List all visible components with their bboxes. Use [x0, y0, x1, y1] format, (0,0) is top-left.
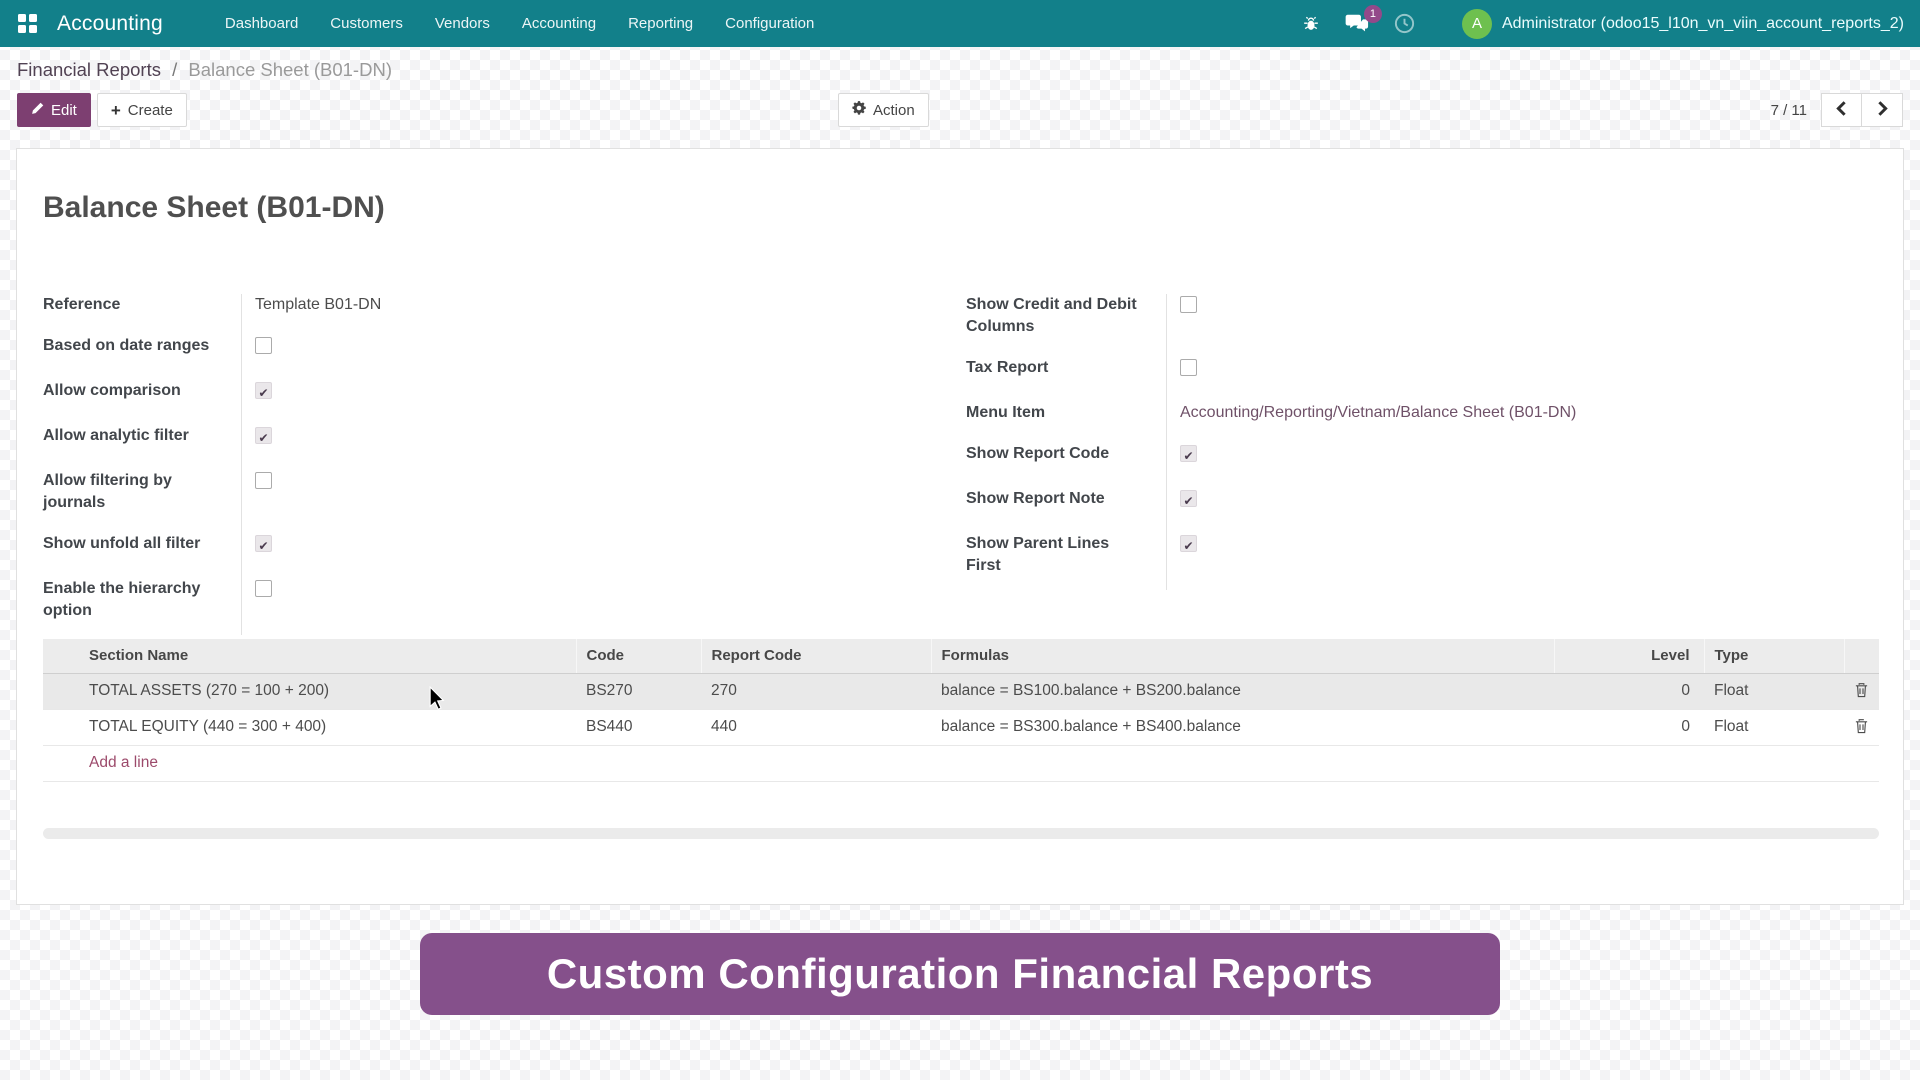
column-header-formulas[interactable]: Formulas — [931, 639, 1554, 673]
user-name: Administrator (odoo15_l10n_vn_viin_accou… — [1502, 15, 1904, 33]
field-reference: Reference Template B01-DN — [43, 294, 923, 316]
table-row[interactable]: TOTAL EQUITY (440 = 300 + 400) BS440 440… — [43, 709, 1879, 745]
messages-icon[interactable]: 1 — [1345, 13, 1369, 34]
field-show-parent-lines-first: Show Parent Lines First — [966, 533, 1686, 577]
plus-icon: + — [111, 102, 121, 119]
pager-count: 7 / 11 — [1771, 102, 1807, 119]
cell-code[interactable]: BS270 — [576, 673, 701, 709]
field-group-right: Show Credit and Debit Columns Tax Report… — [966, 294, 1686, 596]
debug-bug-icon[interactable] — [1301, 14, 1321, 34]
main-menu-bar: Dashboard Customers Vendors Accounting R… — [209, 0, 830, 47]
button-row: Edit + Create Action 7 / 11 — [0, 93, 1920, 127]
allow-analytic-filter-checkbox[interactable] — [255, 427, 272, 444]
user-menu[interactable]: A Administrator (odoo15_l10n_vn_viin_acc… — [1462, 9, 1904, 39]
list-header-row: Section Name Code Report Code Formulas L… — [43, 639, 1879, 673]
field-menu-item: Menu Item Accounting/Reporting/Vietnam/B… — [966, 402, 1686, 424]
column-header-report-code[interactable]: Report Code — [701, 639, 931, 673]
cell-level[interactable]: 0 — [1554, 673, 1704, 709]
trash-icon — [1854, 722, 1869, 737]
breadcrumb-current: Balance Sheet (B01-DN) — [188, 59, 392, 80]
app-name[interactable]: Accounting — [51, 12, 169, 36]
show-credit-debit-columns-checkbox[interactable] — [1180, 296, 1197, 313]
allow-comparison-checkbox[interactable] — [255, 382, 272, 399]
field-show-report-note: Show Report Note — [966, 488, 1686, 514]
section-lines-list: Section Name Code Report Code Formulas L… — [43, 639, 1879, 839]
form-sheet: Balance Sheet (B01-DN) Reference Templat… — [16, 148, 1904, 905]
cell-type[interactable]: Float — [1704, 673, 1844, 709]
systray: 1 A Administrator (odoo15_l10n_vn_viin_a… — [1301, 9, 1920, 39]
allow-filtering-by-journals-checkbox[interactable] — [255, 472, 272, 489]
apps-grid-icon — [18, 14, 37, 33]
cell-section-name[interactable]: TOTAL ASSETS (270 = 100 + 200) — [43, 673, 576, 709]
apps-menu-button[interactable] — [0, 0, 51, 47]
top-navbar: Accounting Dashboard Customers Vendors A… — [0, 0, 1920, 47]
table-row[interactable]: TOTAL ASSETS (270 = 100 + 200) BS270 270… — [43, 673, 1879, 709]
column-header-level[interactable]: Level — [1554, 639, 1704, 673]
horizontal-scrollbar[interactable] — [43, 828, 1879, 839]
delete-row-button[interactable] — [1850, 680, 1873, 703]
field-enable-hierarchy-option: Enable the hierarchy option — [43, 578, 923, 622]
column-header-actions — [1844, 639, 1879, 673]
column-header-code[interactable]: Code — [576, 639, 701, 673]
page-title: Balance Sheet (B01-DN) — [43, 191, 385, 225]
show-report-code-checkbox[interactable] — [1180, 445, 1197, 462]
field-group-left: Reference Template B01-DN Based on date … — [43, 294, 923, 641]
menu-item-link[interactable]: Accounting/Reporting/Vietnam/Balance She… — [1158, 402, 1576, 424]
pencil-icon — [31, 102, 44, 119]
menu-configuration[interactable]: Configuration — [709, 0, 830, 47]
reference-value: Template B01-DN — [233, 294, 381, 316]
delete-row-button[interactable] — [1850, 716, 1873, 739]
pager-previous-button[interactable] — [1821, 93, 1862, 127]
cell-type[interactable]: Float — [1704, 709, 1844, 745]
pager: 7 / 11 — [1771, 93, 1903, 127]
field-show-unfold-all-filter: Show unfold all filter — [43, 533, 923, 559]
column-header-section-name[interactable]: Section Name — [43, 639, 576, 673]
based-on-date-ranges-checkbox[interactable] — [255, 337, 272, 354]
cell-report-code[interactable]: 440 — [701, 709, 931, 745]
menu-accounting[interactable]: Accounting — [506, 0, 612, 47]
field-allow-filtering-by-journals: Allow filtering by journals — [43, 470, 923, 514]
control-panel: Financial Reports / Balance Sheet (B01-D… — [0, 47, 1920, 147]
menu-dashboard[interactable]: Dashboard — [209, 0, 314, 47]
cell-formulas[interactable]: balance = BS300.balance + BS400.balance — [931, 709, 1554, 745]
add-a-line-link[interactable]: Add a line — [43, 745, 1879, 781]
menu-vendors[interactable]: Vendors — [419, 0, 506, 47]
messages-count-badge: 1 — [1364, 5, 1382, 23]
action-button[interactable]: Action — [838, 93, 929, 127]
field-tax-report: Tax Report — [966, 357, 1686, 383]
show-unfold-all-filter-checkbox[interactable] — [255, 535, 272, 552]
breadcrumb-separator: / — [172, 59, 177, 80]
create-button[interactable]: + Create — [97, 93, 187, 127]
trash-icon — [1854, 686, 1869, 701]
field-allow-comparison: Allow comparison — [43, 380, 923, 406]
user-avatar: A — [1462, 9, 1492, 39]
enable-hierarchy-option-checkbox[interactable] — [255, 580, 272, 597]
show-parent-lines-first-checkbox[interactable] — [1180, 535, 1197, 552]
show-report-note-checkbox[interactable] — [1180, 490, 1197, 507]
menu-customers[interactable]: Customers — [314, 0, 419, 47]
menu-reporting[interactable]: Reporting — [612, 0, 709, 47]
chevron-left-icon — [1836, 101, 1847, 119]
caption-banner-text: Custom Configuration Financial Reports — [547, 950, 1373, 998]
pager-next-button[interactable] — [1862, 93, 1903, 127]
breadcrumb: Financial Reports / Balance Sheet (B01-D… — [17, 59, 392, 81]
cell-level[interactable]: 0 — [1554, 709, 1704, 745]
gear-icon — [852, 101, 866, 119]
field-based-on-date-ranges: Based on date ranges — [43, 335, 923, 361]
breadcrumb-financial-reports[interactable]: Financial Reports — [17, 59, 161, 80]
field-show-report-code: Show Report Code — [966, 443, 1686, 469]
field-show-credit-debit-columns: Show Credit and Debit Columns — [966, 294, 1686, 338]
cell-report-code[interactable]: 270 — [701, 673, 931, 709]
column-header-type[interactable]: Type — [1704, 639, 1844, 673]
cell-formulas[interactable]: balance = BS100.balance + BS200.balance — [931, 673, 1554, 709]
chevron-right-icon — [1877, 101, 1888, 119]
cell-code[interactable]: BS440 — [576, 709, 701, 745]
edit-button[interactable]: Edit — [17, 93, 91, 127]
add-a-line-row: Add a line — [43, 745, 1879, 781]
cell-section-name[interactable]: TOTAL EQUITY (440 = 300 + 400) — [43, 709, 576, 745]
field-allow-analytic-filter: Allow analytic filter — [43, 425, 923, 451]
tax-report-checkbox[interactable] — [1180, 359, 1197, 376]
activities-clock-icon[interactable] — [1393, 12, 1416, 35]
caption-banner: Custom Configuration Financial Reports — [420, 933, 1500, 1015]
